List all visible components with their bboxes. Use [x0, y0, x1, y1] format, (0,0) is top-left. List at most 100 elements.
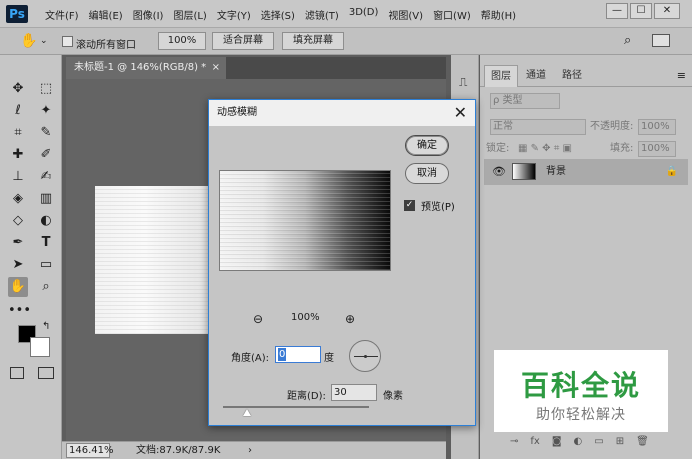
- background-color-swatch[interactable]: [30, 337, 50, 357]
- dodge-tool-icon[interactable]: ◐: [36, 211, 56, 231]
- fill-input[interactable]: 100%: [638, 141, 676, 157]
- delete-icon[interactable]: 🗑: [636, 436, 649, 452]
- menu-layer[interactable]: 图层(L): [168, 7, 211, 22]
- lock-row: 锁定: ▦ ✎ ✥ ⌗ ▣ 填充: 100%: [484, 139, 688, 159]
- hand-icon[interactable]: ✋: [20, 33, 37, 49]
- maximize-button[interactable]: ☐: [630, 3, 652, 19]
- menu-3d[interactable]: 3D(D): [344, 7, 384, 22]
- eraser-tool-icon[interactable]: ◈: [8, 189, 28, 209]
- visibility-eye-icon[interactable]: 👁: [492, 159, 506, 185]
- swap-colors-icon[interactable]: ↰: [42, 321, 50, 332]
- tab-channels[interactable]: 通道: [520, 65, 552, 87]
- menu-items: 文件(F) 编辑(E) 图像(I) 图层(L) 文字(Y) 选择(S) 滤镜(T…: [40, 7, 521, 22]
- tab-close-icon[interactable]: ×: [212, 57, 220, 79]
- gradient-tool-icon[interactable]: ▥: [36, 189, 56, 209]
- lock-icons[interactable]: ▦ ✎ ✥ ⌗ ▣: [518, 139, 572, 159]
- eyedropper-tool-icon[interactable]: ✎: [36, 123, 56, 143]
- zoom-tool-icon[interactable]: ⌕: [36, 277, 56, 297]
- dialog-title-bar: 动感模糊 ✕: [209, 100, 475, 126]
- marquee-tool-icon[interactable]: ⬚: [36, 79, 56, 99]
- document-canvas[interactable]: [95, 186, 220, 334]
- new-layer-icon[interactable]: ⊞: [616, 436, 624, 452]
- fill-screen-button[interactable]: 填充屏幕: [282, 32, 344, 50]
- blend-mode-select[interactable]: 正常: [490, 119, 586, 135]
- group-icon[interactable]: ▭: [594, 436, 603, 452]
- menu-help[interactable]: 帮助(H): [476, 7, 521, 22]
- lock-icon: 🔒: [665, 166, 678, 177]
- menu-select[interactable]: 选择(S): [256, 7, 300, 22]
- more-tools-icon[interactable]: •••: [8, 301, 31, 321]
- angle-input[interactable]: 0: [275, 346, 321, 363]
- panel-menu-icon[interactable]: ≡: [677, 69, 686, 82]
- distance-slider-thumb[interactable]: [243, 409, 251, 416]
- zoom-readout[interactable]: 146.41%: [66, 443, 114, 458]
- history-brush-tool-icon[interactable]: ✍: [36, 167, 56, 187]
- crop-tool-icon[interactable]: ⌗: [8, 123, 28, 143]
- opacity-input[interactable]: 100%: [638, 119, 676, 135]
- preview-zoom-level: 100%: [291, 312, 320, 323]
- watermark-subtitle: 助你轻松解决: [536, 407, 626, 423]
- fit-screen-button[interactable]: 适合屏幕: [212, 32, 274, 50]
- magic-wand-tool-icon[interactable]: ✦: [36, 101, 56, 121]
- doc-info: 文档:87.9K/87.9K: [136, 445, 221, 456]
- options-bar: ✋ ⌄ 滚动所有窗口 100% 适合屏幕 填充屏幕 ⌕: [0, 28, 692, 55]
- healing-tool-icon[interactable]: ✚: [8, 145, 28, 165]
- preview-label: 预览(P): [421, 202, 455, 213]
- menu-edit[interactable]: 编辑(E): [84, 7, 128, 22]
- filter-preview[interactable]: [219, 170, 391, 271]
- hand-tool-icon[interactable]: ✋: [8, 277, 28, 297]
- angle-dial[interactable]: [349, 340, 381, 372]
- screen-mode-icon[interactable]: [38, 367, 54, 379]
- move-tool-icon[interactable]: ✥: [8, 79, 28, 99]
- menu-filter[interactable]: 滤镜(T): [300, 7, 344, 22]
- workspace-icon[interactable]: [652, 34, 670, 47]
- quick-mask-icon[interactable]: [10, 367, 24, 379]
- scroll-all-checkbox[interactable]: [62, 36, 73, 47]
- dialog-close-icon[interactable]: ✕: [454, 100, 467, 126]
- layer-filter-row: ρ 类型: [484, 93, 688, 113]
- mask-icon[interactable]: ◙: [552, 436, 562, 452]
- type-tool-icon[interactable]: T: [36, 233, 56, 253]
- shape-tool-icon[interactable]: ▭: [36, 255, 56, 275]
- opacity-label: 不透明度:: [590, 121, 634, 132]
- menu-view[interactable]: 视图(V): [383, 7, 428, 22]
- zoom-in-icon[interactable]: ⊕: [345, 312, 355, 326]
- history-icon[interactable]: ⎍: [459, 75, 467, 90]
- document-tab-title: 未标题-1 @ 146%(RGB/8) *: [74, 62, 207, 73]
- path-select-tool-icon[interactable]: ➤: [8, 255, 28, 275]
- search-icon[interactable]: ⌕: [624, 33, 631, 48]
- zoom-100-button[interactable]: 100%: [158, 32, 206, 50]
- distance-unit: 像素: [383, 391, 403, 402]
- zoom-out-icon[interactable]: ⊖: [253, 312, 263, 326]
- menu-type[interactable]: 文字(Y): [212, 7, 256, 22]
- cancel-button[interactable]: 取消: [405, 163, 449, 184]
- filter-kind-select[interactable]: ρ 类型: [490, 93, 560, 109]
- preview-checkbox[interactable]: ✓: [404, 200, 415, 211]
- pen-tool-icon[interactable]: ✒: [8, 233, 28, 253]
- menu-window[interactable]: 窗口(W): [428, 7, 476, 22]
- watermark: 百科全说 助你轻松解决: [494, 350, 668, 432]
- link-icon[interactable]: ⊸: [510, 436, 518, 452]
- close-button[interactable]: ✕: [654, 3, 680, 19]
- brush-tool-icon[interactable]: ✐: [36, 145, 56, 165]
- motion-blur-dialog: 动感模糊 ✕ 确定 取消 ✓ 预览(P) ⊖ 100% ⊕ 角度(A): 0 度…: [208, 99, 476, 426]
- minimize-button[interactable]: —: [606, 3, 628, 19]
- layer-row-background[interactable]: 👁 背景 🔒: [484, 159, 688, 185]
- tab-paths[interactable]: 路径: [556, 65, 588, 87]
- distance-slider-track[interactable]: [223, 406, 369, 408]
- tab-layers[interactable]: 图层: [484, 65, 518, 87]
- document-tab-strip: 未标题-1 @ 146%(RGB/8) * ×: [66, 57, 446, 79]
- preview-zoom-row: ⊖ 100% ⊕: [253, 312, 373, 328]
- chevron-down-icon[interactable]: ⌄: [40, 36, 48, 46]
- document-tab[interactable]: 未标题-1 @ 146%(RGB/8) * ×: [66, 57, 226, 79]
- adjustment-icon[interactable]: ◐: [574, 436, 583, 452]
- status-arrow-icon[interactable]: ›: [248, 442, 252, 459]
- stamp-tool-icon[interactable]: ⊥: [8, 167, 28, 187]
- menu-file[interactable]: 文件(F): [40, 7, 84, 22]
- lasso-tool-icon[interactable]: ℓ: [8, 101, 28, 121]
- fx-icon[interactable]: fx: [530, 436, 539, 452]
- ok-button[interactable]: 确定: [405, 135, 449, 156]
- distance-input[interactable]: 30: [331, 384, 377, 401]
- blur-tool-icon[interactable]: ◇: [8, 211, 28, 231]
- menu-image[interactable]: 图像(I): [128, 7, 169, 22]
